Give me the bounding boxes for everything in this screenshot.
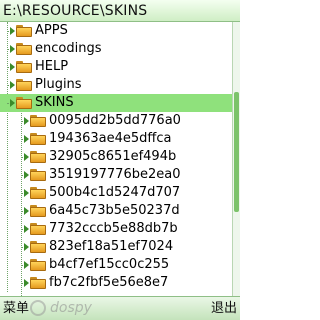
tree-row[interactable]: 194363ae4e5dffca <box>0 130 232 148</box>
triangle-right-icon[interactable] <box>24 117 29 125</box>
triangle-right-icon[interactable] <box>24 153 29 161</box>
folder-icon <box>30 151 46 163</box>
folder-icon <box>30 133 46 145</box>
folder-icon <box>30 187 46 199</box>
folder-icon <box>30 115 46 127</box>
tree-item-label: b4cf7ef15cc0c255 <box>49 257 170 272</box>
tree-row[interactable]: 6a45c73b5e50237d <box>0 202 232 220</box>
tree-item-label: APPS <box>35 23 68 38</box>
path-title: E:\RESOURCE\SKINS <box>3 3 148 19</box>
triangle-right-icon[interactable] <box>24 189 29 197</box>
triangle-right-icon[interactable] <box>24 171 29 179</box>
tree-item-label: 500b4c1d5247d707 <box>49 185 181 200</box>
folder-icon <box>30 277 46 289</box>
title-bar: E:\RESOURCE\SKINS <box>0 0 240 22</box>
triangle-right-icon[interactable] <box>10 81 15 89</box>
menu-softkey[interactable]: 菜单 <box>3 301 29 317</box>
folder-icon <box>16 61 32 73</box>
tree-row[interactable]: 0095dd2b5dd776a0 <box>0 112 232 130</box>
scrollbar-thumb[interactable] <box>234 92 239 212</box>
folder-icon <box>16 79 32 91</box>
tree-item-label: 823ef18a51ef7024 <box>49 239 174 254</box>
tree-item-label: 32905c8651ef494b <box>49 149 177 164</box>
folder-icon <box>30 169 46 181</box>
tree-row[interactable]: b4cf7ef15cc0c255 <box>0 256 232 274</box>
tree-row[interactable]: Plugins <box>0 76 232 94</box>
triangle-right-icon[interactable] <box>24 135 29 143</box>
triangle-right-icon[interactable] <box>24 279 29 287</box>
triangle-right-icon[interactable] <box>24 225 29 233</box>
tree-item-label: 3519197776be2ea0 <box>49 167 181 182</box>
tree-item-label: 7732cccb5e88db7b <box>49 221 178 236</box>
tree-item-label: 6a45c73b5e50237d <box>49 203 180 218</box>
triangle-right-icon[interactable] <box>10 99 15 107</box>
tree-item-label: 0095dd2b5dd776a0 <box>49 113 181 128</box>
tree-row[interactable]: HELP <box>0 58 232 76</box>
folder-tree[interactable]: APPS encodings HELP Plugins SKINS 0095dd2b5dd… <box>0 22 232 296</box>
triangle-right-icon[interactable] <box>10 63 15 71</box>
softkey-bar: 菜单 dospy 退出 <box>0 296 240 320</box>
tree-item-label: SKINS <box>35 95 74 110</box>
tree-item-label: fb7c2fbf5e56e8e7 <box>49 275 169 290</box>
triangle-right-icon[interactable] <box>24 207 29 215</box>
folder-icon <box>30 205 46 217</box>
folder-icon <box>16 25 32 37</box>
watermark: dospy <box>30 298 130 318</box>
folder-icon <box>30 223 46 235</box>
tree-row[interactable]: APPS <box>0 22 232 40</box>
triangle-right-icon[interactable] <box>24 243 29 251</box>
folder-icon <box>30 241 46 253</box>
tree-row[interactable]: encodings <box>0 40 232 58</box>
folder-icon <box>16 97 32 109</box>
tree-item-label: HELP <box>35 59 69 74</box>
folder-icon <box>16 43 32 55</box>
watermark-text: dospy <box>50 300 92 316</box>
watermark-logo-icon <box>30 300 46 316</box>
triangle-right-icon[interactable] <box>10 27 15 35</box>
tree-row[interactable]: 32905c8651ef494b <box>0 148 232 166</box>
tree-row[interactable]: fb7c2fbf5e56e8e7 <box>0 274 232 292</box>
exit-softkey[interactable]: 退出 <box>211 301 237 317</box>
tree-item-label: 194363ae4e5dffca <box>49 131 172 146</box>
tree-row[interactable]: 3519197776be2ea0 <box>0 166 232 184</box>
folder-icon <box>30 259 46 271</box>
tree-row[interactable]: 500b4c1d5247d707 <box>0 184 232 202</box>
triangle-right-icon[interactable] <box>10 45 15 53</box>
tree-row[interactable]: 7732cccb5e88db7b <box>0 220 232 238</box>
vertical-scrollbar[interactable] <box>232 22 240 296</box>
tree-item-label: encodings <box>35 41 102 56</box>
tree-item-label: Plugins <box>35 77 82 92</box>
tree-row-selected[interactable]: SKINS <box>0 94 232 112</box>
triangle-right-icon[interactable] <box>24 261 29 269</box>
tree-row[interactable]: 823ef18a51ef7024 <box>0 238 232 256</box>
